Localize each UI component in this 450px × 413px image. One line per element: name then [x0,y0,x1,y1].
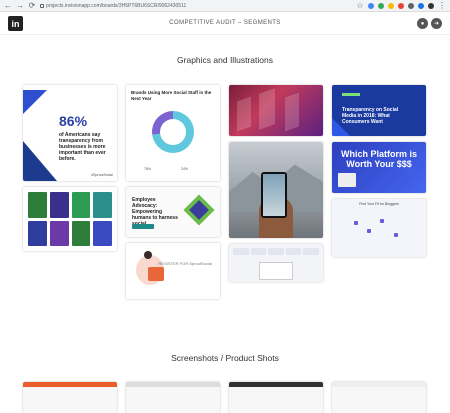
promo-title: Which Platform is Worth Your $$$ [340,149,417,169]
map-marker [394,233,398,237]
decorative-triangle [23,141,57,181]
asset-card[interactable]: Find Your Fit for Bloggers [332,199,426,257]
screenshot-card[interactable] [126,382,220,413]
asset-card[interactable] [23,187,117,251]
star-icon[interactable]: ☆ [356,0,364,12]
tile-graphic [28,192,47,218]
promo-title: Employee Advocacy: Empowering humans to … [132,197,178,227]
extension-icon[interactable] [398,2,404,9]
tile-graphic [71,192,91,218]
invision-logo[interactable]: in [8,16,23,31]
map-marker [380,219,384,223]
reload-icon[interactable]: ⟳ [28,0,36,12]
arrow-right-icon: ➜ [433,21,440,27]
screenshot-card[interactable] [332,382,426,413]
promo-button [132,224,154,229]
section-title-graphics: Graphics and Illustrations [177,55,273,65]
profile-avatar[interactable] [428,2,434,9]
donut-chart [152,111,194,153]
tile-graphic [93,192,112,218]
comment-icon: ● [420,20,425,27]
asset-card[interactable]: Employee Advocacy: Empowering humans to … [126,187,220,237]
comment-button[interactable]: ● [417,18,428,29]
extension-icon[interactable] [418,2,424,9]
board-title: COMPETITIVE AUDIT – SEGMENTS [169,20,281,26]
tile-graphic [71,220,91,246]
tile-graphic [28,220,47,246]
asset-card[interactable] [229,142,323,238]
stat-number: 86% [59,113,88,129]
map-marker [354,221,358,225]
asset-card[interactable]: Which Platform is Worth Your $$$ [332,142,426,193]
asset-card[interactable] [229,244,323,282]
map-title: Find Your Fit for Bloggers [359,202,399,206]
thumbnail-graphic [338,173,356,187]
stat-tag: #SproutSocial [91,173,113,177]
app-header: in COMPETITIVE AUDIT – SEGMENTS ● ➜ [0,12,450,35]
legend-value: 76% [144,167,152,171]
screenshot-card[interactable] [23,382,117,413]
menu-icon[interactable]: ⋮ [438,0,446,12]
extension-icon[interactable] [388,2,394,9]
illustration-box [148,267,164,281]
donut-title: Brands Using More Social Staff in the Ne… [131,90,212,101]
popup-panel [259,262,293,280]
asset-card[interactable]: Brands Using More Social Staff in the Ne… [126,85,220,181]
stat-text: of Americans say transparency from busin… [59,132,106,162]
share-button[interactable]: ➜ [431,18,442,29]
phone-graphic [261,172,287,218]
forward-icon[interactable]: → [16,0,24,12]
tile-graphic [49,192,69,218]
extension-icon[interactable] [378,2,384,9]
browser-toolbar: ← → ⟳ projects.invisionapp.com/boards/3H… [0,0,450,12]
asset-card[interactable]: REGISTER FOR SproutSocial [126,243,220,299]
back-icon[interactable]: ← [4,0,12,12]
illustration-person [144,251,152,259]
asset-card[interactable]: Transparency on Social Media in 2018: Wh… [332,85,426,136]
url-text: projects.invisionapp.com/boards/3H5PT6BU… [46,2,187,9]
address-bar[interactable]: projects.invisionapp.com/boards/3H5PT6BU… [40,1,186,10]
building-graphic [259,88,275,130]
building-graphic [285,92,299,132]
asset-card[interactable] [229,85,323,136]
screenshot-card[interactable] [229,382,323,413]
brand-mark [342,93,360,96]
promo-title: Transparency on Social Media in 2018: Wh… [342,107,399,125]
legend-value: 24% [181,167,189,171]
tile-graphic [49,220,69,246]
lock-icon [40,3,44,8]
illustration-label: REGISTER FOR SproutSocial [158,261,212,266]
asset-card[interactable]: 86% of Americans say transparency from b… [23,85,117,181]
tile-graphic [93,220,112,246]
extension-icon[interactable] [408,2,414,9]
extension-icon[interactable] [368,2,374,9]
section-title-screenshots: Screenshots / Product Shots [171,353,279,363]
building-graphic [237,96,251,132]
map-marker [367,229,371,233]
decorative-triangle [23,90,47,114]
